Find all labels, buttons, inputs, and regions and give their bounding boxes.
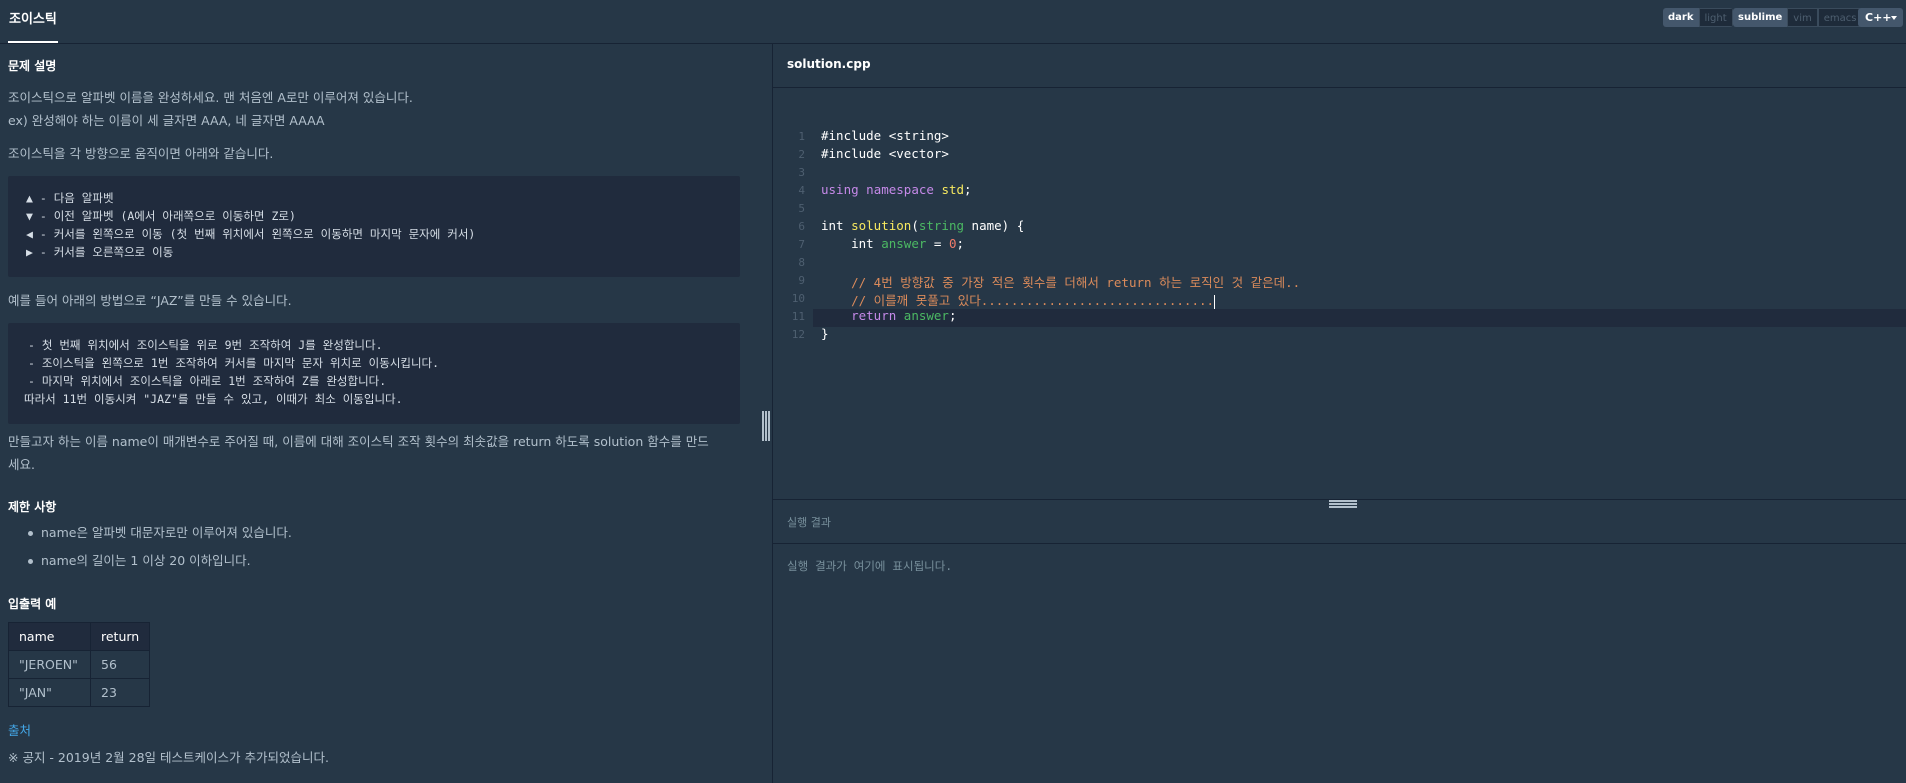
keymap-vim-button[interactable]: vim: [1787, 8, 1818, 27]
code-token: int: [821, 218, 852, 233]
code-token: answer: [881, 236, 927, 251]
line-number: 2: [798, 148, 805, 161]
list-item: name의 길이는 1 이상 20 이하입니다.: [28, 547, 292, 575]
file-tab[interactable]: solution.cpp: [773, 44, 1906, 88]
example-intro: 예를 들어 아래의 방법으로 “JAZ”를 만들 수 있습니다.: [8, 293, 292, 308]
code-line: #include <vector>: [821, 146, 949, 161]
code-line: #include <string>: [821, 128, 949, 143]
code-token: using: [821, 182, 859, 197]
source-link[interactable]: 출처: [8, 720, 31, 739]
line-number: 9: [798, 274, 805, 287]
code-token: string: [918, 218, 965, 233]
editor-pane: solution.cpp 1 2 3 4 5 6 7 8 9 10 11 12 …: [773, 44, 1906, 783]
code-line: ◀ - 커서를 왼쪽으로 이동 (첫 번째 위치에서 왼쪽으로 이동하면 마지막…: [26, 227, 476, 241]
task-line: 만들고자 하는 이름 name이 매개변수로 주어질 때, 이름에 대해 조이스…: [8, 434, 709, 449]
code-token: int: [821, 236, 882, 251]
code-line: }: [821, 326, 829, 341]
code-token: // 이를깨 못풀고 있다...........................…: [821, 293, 1215, 308]
keymap-toggle: sublime vim emacs: [1733, 8, 1863, 27]
code-token: return: [821, 308, 904, 323]
problem-title-tab[interactable]: 조이스틱: [8, 0, 58, 43]
active-line-highlight: [813, 309, 1906, 327]
code-line: - 첫 번째 위치에서 조이스틱을 위로 9번 조작하여 J를 완성합니다.: [28, 338, 383, 352]
code-token: ;: [948, 308, 957, 323]
theme-dark-button[interactable]: dark: [1663, 8, 1699, 27]
result-output: 실행 결과가 여기에 표시됩니다.: [787, 559, 953, 573]
table-cell: 23: [89, 678, 151, 707]
line-number: 8: [798, 256, 805, 269]
limits-heading: 제한 사항: [8, 500, 57, 514]
table-row: "JEROEN" 56: [8, 650, 151, 679]
top-bar: 조이스틱 dark light sublime vim emacs C++: [0, 0, 1906, 44]
description-heading: 문제 설명: [8, 59, 57, 73]
code-token: name) {: [964, 218, 1025, 233]
notice-text: ※ 공지 - 2019년 2월 28일 테스트케이스가 추가되었습니다.: [8, 750, 329, 765]
table-cell: "JAN": [8, 678, 91, 707]
result-header: 실행 결과: [773, 500, 1906, 544]
line-number: 3: [798, 166, 805, 179]
code-token: ;: [956, 236, 965, 251]
line-number: 4: [798, 184, 805, 197]
table-header: return: [89, 622, 151, 651]
io-heading: 입출력 예: [8, 597, 57, 611]
text-cursor: [1214, 294, 1216, 309]
description-line: ex) 완성해야 하는 이름이 세 글자면 AAA, 네 글자면 AAAA: [8, 113, 325, 128]
problem-pane[interactable]: 문제 설명 조이스틱으로 알파벳 이름을 완성하세요. 맨 처음엔 A로만 이루…: [0, 44, 772, 783]
task-line: 세요.: [8, 457, 35, 472]
code-token: ;: [964, 182, 972, 197]
list-item: name은 알파벳 대문자로만 이루어져 있습니다.: [28, 519, 292, 547]
theme-light-button[interactable]: light: [1698, 8, 1733, 27]
move-code-block: ▲ - 다음 알파벳 ▼ - 이전 알파벳 (A에서 아래쪽으로 이동하면 Z로…: [8, 176, 740, 277]
language-label: C++: [1865, 11, 1892, 24]
theme-toggle: dark light: [1663, 8, 1733, 27]
code-token: answer: [903, 308, 949, 323]
line-number: 11: [791, 310, 805, 323]
table-cell: 56: [89, 650, 151, 679]
limits-list: name은 알파벳 대문자로만 이루어져 있습니다. name의 길이는 1 이…: [28, 519, 292, 575]
result-heading: 실행 결과: [787, 516, 831, 529]
code-token: =: [926, 236, 949, 251]
file-name: solution.cpp: [787, 57, 871, 71]
code-line: return answer;: [821, 308, 956, 323]
code-editor[interactable]: 1 2 3 4 5 6 7 8 9 10 11 12 #include <str…: [773, 89, 1906, 543]
table-row: "JAN" 23: [8, 678, 151, 707]
code-token: std: [941, 182, 965, 197]
code-token: (: [911, 218, 919, 233]
splitter-handle-icon[interactable]: [762, 411, 770, 441]
keymap-emacs-button[interactable]: emacs: [1817, 8, 1863, 27]
code-line: using namespace std;: [821, 182, 972, 197]
io-table: name return "JEROEN" 56 "JAN" 23: [8, 622, 151, 707]
table-cell: "JEROEN": [8, 650, 91, 679]
table-header-row: name return: [8, 622, 151, 651]
code-line: ▲ - 다음 알파벳: [26, 191, 114, 205]
caret-down-icon: [1891, 16, 1897, 20]
code-line: 따라서 11번 이동시켜 "JAZ"를 만들 수 있고, 이때가 최소 이동입니…: [24, 392, 403, 406]
table-header: name: [8, 622, 91, 651]
line-number: 6: [798, 220, 805, 233]
line-number: 1: [798, 130, 805, 143]
code-line: ▼ - 이전 알파벳 (A에서 아래쪽으로 이동하면 Z로): [26, 209, 296, 223]
code-line: ▶ - 커서를 오른쪽으로 이동: [26, 245, 174, 259]
keymap-sublime-button[interactable]: sublime: [1733, 8, 1788, 27]
code-line: int answer = 0;: [821, 236, 964, 251]
code-line: - 마지막 위치에서 조이스틱을 아래로 1번 조작하여 Z를 완성합니다.: [28, 374, 387, 388]
line-number: 5: [798, 202, 805, 215]
example-code-block: - 첫 번째 위치에서 조이스틱을 위로 9번 조작하여 J를 완성합니다. -…: [8, 323, 740, 424]
code-line: - 조이스틱을 왼쪽으로 1번 조작하여 커서를 마지막 문자 위치로 이동시킵…: [28, 356, 440, 370]
code-token: solution: [851, 218, 912, 233]
move-intro: 조이스틱을 각 방향으로 움직이면 아래와 같습니다.: [8, 146, 274, 161]
language-dropdown[interactable]: C++: [1858, 8, 1903, 27]
code-line: int solution(string name) {: [821, 218, 1024, 233]
line-number: 10: [791, 292, 805, 305]
code-line: // 4번 방향값 중 가장 적은 횟수를 더해서 return 하는 로직인 …: [821, 275, 1301, 290]
line-number: 12: [791, 328, 805, 341]
code-line: // 이를깨 못풀고 있다...........................…: [821, 290, 1216, 309]
code-token: namespace: [866, 182, 934, 197]
description-line: 조이스틱으로 알파벳 이름을 완성하세요. 맨 처음엔 A로만 이루어져 있습니…: [8, 90, 413, 105]
line-number: 7: [798, 238, 805, 251]
